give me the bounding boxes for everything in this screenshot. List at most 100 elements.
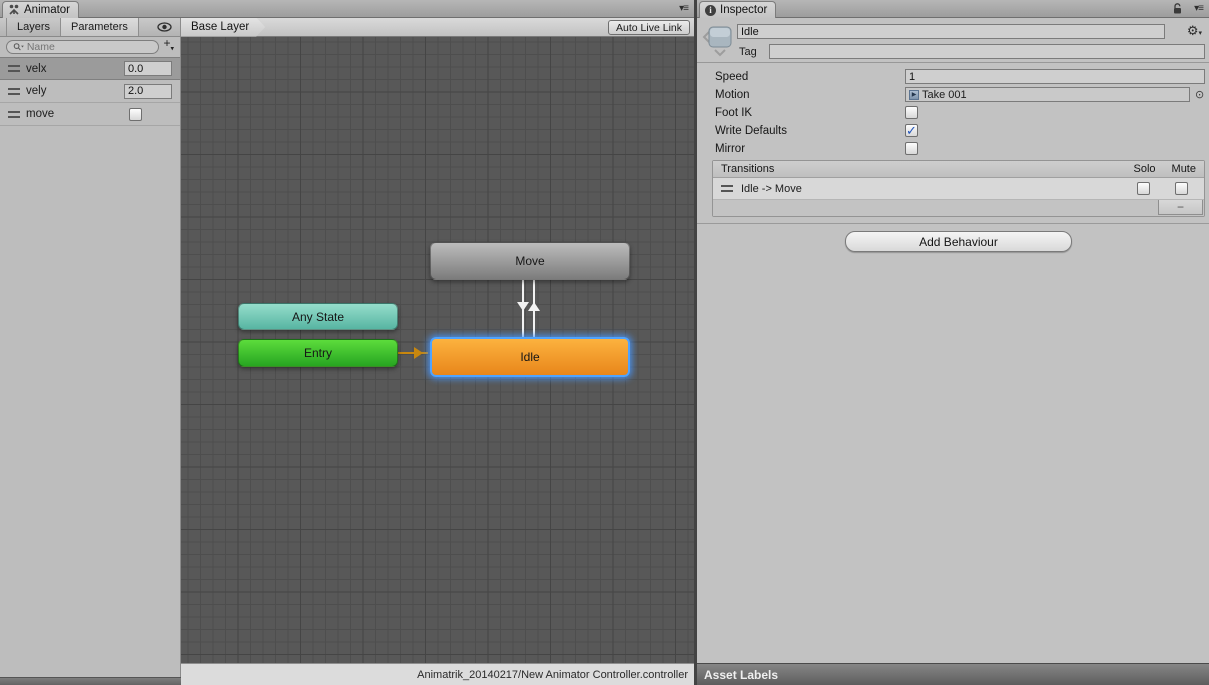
motion-value: Take 001 xyxy=(922,89,967,101)
parameter-row-velx[interactable]: velx xyxy=(0,57,180,80)
object-picker-icon[interactable]: ⊙ xyxy=(1195,88,1204,101)
state-node-label: Any State xyxy=(292,310,344,324)
state-node-label: Move xyxy=(515,254,544,268)
bottom-strip xyxy=(0,677,181,685)
controller-path-text: Animatrik_20140217/New Animator Controll… xyxy=(417,669,688,681)
animator-panel: Animator ▾≡ Layers Parameters xyxy=(0,0,694,685)
tab-layers-label: Layers xyxy=(17,21,50,33)
state-node-any-state[interactable]: Any State xyxy=(238,303,398,330)
write-defaults-label: Write Defaults xyxy=(715,125,787,137)
state-node-idle-selected[interactable]: Idle xyxy=(430,337,630,377)
section-divider xyxy=(697,223,1209,224)
search-box[interactable] xyxy=(6,40,159,54)
transition-arrowhead-up xyxy=(528,302,540,311)
tab-animator-label: Animator xyxy=(24,4,70,16)
controller-path-bar: Animatrik_20140217/New Animator Controll… xyxy=(181,663,694,685)
parameter-checkbox[interactable] xyxy=(129,108,142,121)
state-machine-grid[interactable]: Move Any State Entry Idle xyxy=(181,37,694,663)
mirror-checkbox[interactable] xyxy=(905,142,918,155)
add-behaviour-label: Add Behaviour xyxy=(919,235,998,249)
animator-menu-icon[interactable]: ▾≡ xyxy=(679,3,688,14)
speed-field[interactable] xyxy=(905,69,1205,84)
tab-inspector[interactable]: i Inspector xyxy=(699,1,776,18)
tab-layers[interactable]: Layers xyxy=(6,18,61,36)
add-parameter-button[interactable]: +▾ xyxy=(163,38,174,54)
parameter-row-vely[interactable]: vely xyxy=(0,80,180,103)
transitions-title: Transitions xyxy=(721,163,774,175)
inspector-menu-icon[interactable]: ▾≡ xyxy=(1194,3,1203,14)
auto-live-link-button[interactable]: Auto Live Link xyxy=(608,20,690,35)
unity-editor-window: Animator ▾≡ Layers Parameters xyxy=(0,0,1209,685)
drag-handle-icon[interactable] xyxy=(8,88,20,95)
animator-left-subpanel: Layers Parameters xyxy=(0,18,181,685)
breadcrumb-bar: Base Layer Auto Live Link xyxy=(181,18,694,37)
remove-transition-button[interactable]: − xyxy=(1158,200,1203,215)
state-name-field[interactable] xyxy=(737,24,1165,39)
state-node-label: Entry xyxy=(304,346,332,360)
animator-canvas-column: Base Layer Auto Live Link xyxy=(181,18,694,685)
mute-checkbox[interactable] xyxy=(1175,182,1188,195)
entry-transition-arrowhead xyxy=(414,347,423,359)
parameter-name: move xyxy=(26,108,123,120)
eye-icon[interactable] xyxy=(157,22,172,32)
gear-glyph: ⚙ xyxy=(1187,23,1199,38)
animator-tabbar: Animator ▾≡ xyxy=(0,0,694,18)
inspector-body: ⚙▾ Tag Speed Motion ▶ Take 001 ⊙ Foot IK… xyxy=(697,18,1209,685)
parameter-row-move[interactable]: move xyxy=(0,103,180,126)
foot-ik-label: Foot IK xyxy=(715,107,752,119)
parameter-value-field[interactable] xyxy=(124,84,172,99)
gear-caret-glyph: ▾ xyxy=(1198,30,1202,37)
auto-live-link-label: Auto Live Link xyxy=(616,22,682,34)
parameter-search-row: +▾ xyxy=(0,37,180,56)
inspector-header: ⚙▾ Tag xyxy=(697,18,1209,63)
add-behaviour-button[interactable]: Add Behaviour xyxy=(845,231,1072,252)
breadcrumb-label: Base Layer xyxy=(191,21,249,33)
solo-column-header: Solo xyxy=(1134,163,1156,175)
foot-ik-checkbox[interactable] xyxy=(905,106,918,119)
transitions-list: Transitions Solo Mute Idle -> Move − xyxy=(712,160,1205,217)
parameter-value-field[interactable] xyxy=(124,61,172,76)
solo-checkbox[interactable] xyxy=(1137,182,1150,195)
state-node-move[interactable]: Move xyxy=(430,242,630,280)
animation-clip-icon: ▶ xyxy=(909,90,919,100)
info-icon: i xyxy=(705,5,716,16)
mute-column-header: Mute xyxy=(1172,163,1196,175)
parameter-name: vely xyxy=(26,85,118,97)
write-defaults-checkbox[interactable] xyxy=(905,124,918,137)
state-node-entry[interactable]: Entry xyxy=(238,339,398,367)
gear-icon[interactable]: ⚙▾ xyxy=(1187,23,1202,39)
transition-label: Idle -> Move xyxy=(741,183,802,195)
drag-handle-icon[interactable] xyxy=(8,111,20,118)
entry-transition-line[interactable] xyxy=(398,352,428,354)
animator-icon xyxy=(8,4,20,16)
transitions-footer: − xyxy=(713,200,1204,216)
asset-labels-title: Asset Labels xyxy=(704,668,778,682)
minus-icon: − xyxy=(1177,200,1184,214)
tag-field[interactable] xyxy=(769,44,1205,59)
tab-animator[interactable]: Animator xyxy=(2,1,79,18)
search-icon xyxy=(13,42,24,52)
state-foldout-icon[interactable] xyxy=(701,22,735,58)
drag-handle-icon[interactable] xyxy=(721,185,733,192)
state-node-label: Idle xyxy=(520,350,539,364)
tab-parameters-label: Parameters xyxy=(71,21,128,33)
tab-parameters[interactable]: Parameters xyxy=(61,18,139,36)
lock-icon[interactable] xyxy=(1172,3,1183,15)
motion-label: Motion xyxy=(715,89,750,101)
tab-inspector-label: Inspector xyxy=(720,4,767,16)
inspector-tabbar: i Inspector ▾≡ xyxy=(697,0,1209,18)
transitions-header: Transitions Solo Mute xyxy=(713,161,1204,178)
breadcrumb-base-layer[interactable]: Base Layer xyxy=(181,18,265,37)
tag-label: Tag xyxy=(739,46,757,58)
layers-parameters-toolbar: Layers Parameters xyxy=(0,18,180,37)
transition-row-idle-move[interactable]: Idle -> Move xyxy=(713,178,1204,200)
animator-body: Layers Parameters xyxy=(0,18,694,685)
parameter-name: velx xyxy=(26,63,118,75)
drag-handle-icon[interactable] xyxy=(8,65,20,72)
speed-label: Speed xyxy=(715,71,748,83)
mirror-label: Mirror xyxy=(715,143,745,155)
inspector-panel: i Inspector ▾≡ ⚙▾ xyxy=(697,0,1209,685)
asset-labels-bar[interactable]: Asset Labels xyxy=(697,663,1209,685)
search-input[interactable] xyxy=(27,41,153,53)
motion-object-field[interactable]: ▶ Take 001 xyxy=(905,87,1190,102)
